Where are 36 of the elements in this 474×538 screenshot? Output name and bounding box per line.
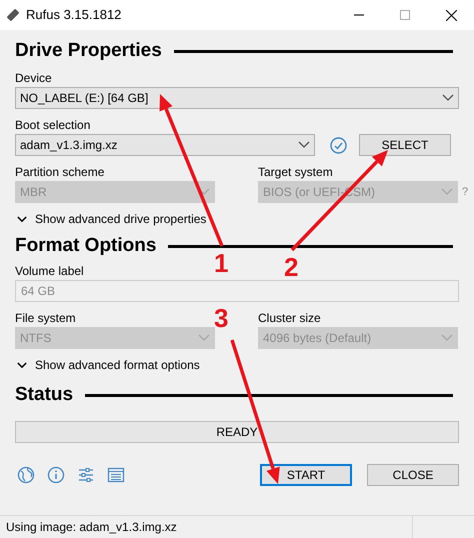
advanced-toggle[interactable]: Show advanced format options [15, 355, 200, 375]
close-icon [446, 10, 456, 20]
field-label: File system [15, 310, 76, 327]
chevron-down-icon [17, 362, 27, 368]
chevron-down-icon [441, 188, 453, 196]
annotation-number: 1 [214, 250, 228, 276]
maximize-icon [400, 10, 410, 20]
settings-icon[interactable] [77, 466, 95, 484]
select-button[interactable]: SELECT [359, 134, 451, 156]
chevron-down-icon [441, 334, 453, 342]
chevron-down-icon [442, 94, 454, 102]
chevron-down-icon [298, 141, 310, 149]
status-bar-text: Using image: adam_v1.3.img.xz [6, 519, 178, 536]
section-heading: Drive Properties [15, 38, 162, 63]
chevron-down-icon [198, 334, 210, 342]
close-button[interactable]: CLOSE [367, 464, 459, 486]
field-label: Cluster size [258, 310, 321, 327]
field-label: Volume label [15, 263, 84, 280]
field-label: Boot selection [15, 117, 90, 134]
chevron-down-icon [17, 216, 27, 222]
start-button[interactable]: START [260, 464, 352, 486]
field-label: Target system [258, 164, 333, 181]
section-heading: Status [15, 382, 74, 407]
info-icon[interactable] [47, 466, 65, 484]
annotation-number: 3 [214, 305, 228, 331]
advanced-toggle[interactable]: Show advanced drive properties [15, 209, 206, 229]
window-title: Rufus 3.15.1812 [26, 6, 122, 24]
section-heading: Format Options [15, 234, 156, 258]
dropdown[interactable]: NO_LABEL (E:) [64 GB] [15, 87, 459, 109]
field-label: Partition scheme [15, 164, 104, 181]
log-icon[interactable] [107, 466, 125, 484]
check-circle-icon[interactable] [330, 136, 347, 154]
field-label: Device [15, 70, 52, 87]
annotation-number: 2 [284, 254, 298, 280]
globe-icon[interactable] [17, 466, 35, 484]
dropdown[interactable]: adam_v1.3.img.xz [15, 134, 315, 156]
